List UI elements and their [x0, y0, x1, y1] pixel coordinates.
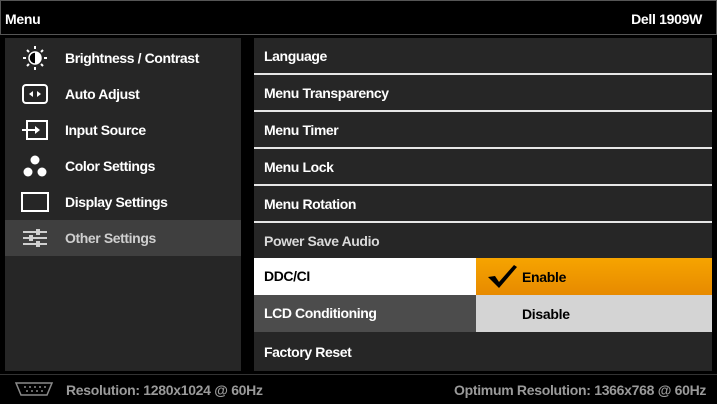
row-label: Menu Lock [264, 159, 334, 175]
menu-row-menu-timer[interactable]: Menu Timer [254, 112, 712, 149]
sidebar-item-label: Color Settings [65, 158, 156, 174]
title-bar: Menu Dell 1909W [0, 0, 717, 35]
status-bar: Resolution: 1280x1024 @ 60Hz Optimum Res… [0, 374, 717, 404]
sidebar-item-input-source[interactable]: Input Source [5, 112, 241, 148]
ddc-ci-selected-box: DDC/CI [254, 258, 476, 295]
sidebar-item-auto-adjust[interactable]: Auto Adjust [5, 76, 241, 112]
row-label: Factory Reset [264, 344, 352, 360]
row-label: DDC/CI [264, 268, 310, 284]
sidebar-item-label: Other Settings [65, 230, 156, 246]
row-label: Power Save Audio [264, 233, 380, 249]
menu-row-lcd-conditioning[interactable]: LCD Conditioning Disable [254, 295, 712, 332]
display-settings-icon [5, 184, 65, 220]
optimum-resolution: Optimum Resolution: 1366x768 @ 60Hz [454, 382, 707, 398]
menu-row-menu-rotation[interactable]: Menu Rotation [254, 186, 712, 223]
sidebar-item-other-settings[interactable]: Other Settings [5, 220, 241, 256]
sidebar-item-brightness-contrast[interactable]: Brightness / Contrast [5, 40, 241, 76]
menu-row-factory-reset[interactable]: Factory Reset [254, 334, 712, 371]
brightness-icon [5, 40, 65, 76]
menu-row-ddc-ci[interactable]: DDC/CI Enable [254, 258, 712, 295]
sidebar-item-label: Display Settings [65, 194, 168, 210]
sidebar-item-color-settings[interactable]: Color Settings [5, 148, 241, 184]
row-label: Menu Timer [264, 122, 339, 138]
row-label: Menu Transparency [264, 85, 389, 101]
menu-row-language[interactable]: Language [254, 38, 712, 75]
row-label: Language [264, 48, 327, 64]
sidebar-item-label: Brightness / Contrast [65, 50, 199, 66]
menu-row-menu-lock[interactable]: Menu Lock [254, 149, 712, 186]
menu-title: Menu [5, 11, 41, 27]
current-resolution: Resolution: 1280x1024 @ 60Hz [66, 382, 263, 398]
option-label: Disable [522, 306, 570, 322]
option-label: Enable [522, 269, 567, 285]
sidebar-item-label: Auto Adjust [65, 86, 140, 102]
row-label: Menu Rotation [264, 196, 357, 212]
menu-row-power-save-audio[interactable]: Power Save Audio [254, 223, 712, 260]
option-enable[interactable]: Enable [476, 258, 712, 295]
sidebar: Brightness / Contrast Auto Adjust Input … [5, 38, 241, 371]
checkmark-icon [486, 263, 518, 294]
option-disable[interactable]: Disable [476, 295, 712, 332]
menu-row-menu-transparency[interactable]: Menu Transparency [254, 75, 712, 112]
color-settings-icon [5, 148, 65, 184]
vga-connector-icon [14, 381, 54, 402]
auto-adjust-icon [5, 76, 65, 112]
row-label: LCD Conditioning [264, 305, 377, 321]
osd-screen: Menu Dell 1909W Brightness / Contrast Au… [0, 0, 717, 404]
sidebar-item-display-settings[interactable]: Display Settings [5, 184, 241, 220]
other-settings-icon [5, 220, 65, 256]
model-name: Dell 1909W [631, 11, 702, 27]
input-source-icon [5, 112, 65, 148]
sidebar-item-label: Input Source [65, 122, 146, 138]
settings-panel: Language Menu Transparency Menu Timer Me… [254, 38, 712, 371]
